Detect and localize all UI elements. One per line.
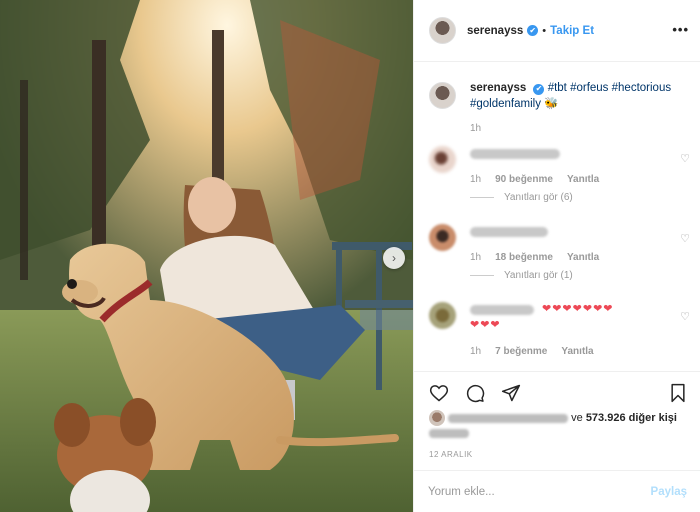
comment-input[interactable]: [428, 485, 651, 498]
view-replies-label: Yanıtları gör (1): [504, 270, 573, 281]
comment-meta: 1h 7 beğenme Yanıtla: [470, 346, 594, 357]
comment-meta: 1h 18 beğenme Yanıtla: [470, 252, 599, 263]
hashtag[interactable]: #orfeus: [570, 82, 608, 94]
comment-time: 1h: [470, 174, 482, 185]
view-replies[interactable]: Yanıtları gör (6): [470, 192, 573, 203]
reply-button[interactable]: Yanıtla: [567, 174, 599, 185]
hashtag[interactable]: #hectorious: [612, 82, 671, 94]
hashtag[interactable]: #tbt: [548, 82, 567, 94]
heart-icon[interactable]: ♡: [680, 232, 690, 245]
share-icon[interactable]: [500, 382, 522, 404]
more-options-icon[interactable]: •••: [672, 22, 689, 37]
caption-text: serenayss ✔ #tbt #orfeus #hectorious #go…: [470, 80, 694, 112]
bookmark-icon[interactable]: [667, 382, 689, 404]
hashtag[interactable]: #goldenfamily: [470, 98, 541, 110]
liker-username-blurred[interactable]: [448, 413, 569, 423]
comment-avatar[interactable]: [429, 302, 456, 329]
next-arrow-icon[interactable]: ›: [383, 247, 405, 269]
post-date: 12 ARALIK: [429, 450, 473, 459]
comment-time: 1h: [470, 346, 482, 357]
post-photo[interactable]: ›: [0, 0, 413, 512]
comment-likes[interactable]: 90 beğenme: [495, 174, 553, 185]
comment-username-blurred[interactable]: [470, 305, 534, 315]
verified-icon: ✔: [533, 83, 545, 95]
likes-count[interactable]: 573.926 diğer kişi: [586, 412, 677, 424]
heart-icon[interactable]: ♡: [680, 152, 690, 165]
view-replies[interactable]: Yanıtları gör (1): [470, 270, 573, 281]
likes-suffix-blurred: [429, 428, 469, 438]
view-replies-label: Yanıtları gör (6): [504, 192, 573, 203]
avatar[interactable]: [429, 17, 456, 44]
heart-icon[interactable]: [428, 382, 450, 404]
likes-connector: ve: [571, 411, 583, 424]
comment-likes[interactable]: 7 beğenme: [495, 346, 547, 357]
reply-button[interactable]: Yanıtla: [567, 252, 599, 263]
comment-avatar[interactable]: [429, 224, 456, 251]
post-comment-button[interactable]: Paylaş: [651, 486, 687, 498]
comment-avatar[interactable]: [429, 146, 456, 173]
caption-username[interactable]: serenayss: [470, 82, 526, 94]
comment-hearts: ❤❤❤❤❤❤❤: [542, 303, 614, 315]
comment-box: Paylaş: [414, 470, 700, 512]
comment-icon[interactable]: [464, 382, 486, 404]
comment-likes[interactable]: 18 beğenme: [495, 252, 553, 263]
liker-avatar[interactable]: [429, 410, 445, 426]
reply-button[interactable]: Yanıtla: [561, 346, 593, 357]
post-caption: serenayss ✔ #tbt #orfeus #hectorious #go…: [429, 80, 694, 137]
post-side-panel: serenayss ✔ • Takip Et ••• serenayss ✔ #…: [413, 0, 700, 512]
verified-icon: ✔: [527, 25, 539, 36]
post-header: serenayss ✔ • Takip Et •••: [414, 0, 700, 62]
photo-scene: [0, 0, 413, 512]
separator-dot: •: [542, 24, 547, 37]
follow-button[interactable]: Takip Et: [550, 25, 594, 37]
header-username[interactable]: serenayss: [467, 25, 523, 37]
comment-username-blurred[interactable]: [470, 227, 548, 237]
caption-avatar[interactable]: [429, 82, 456, 109]
heart-icon[interactable]: ♡: [680, 310, 690, 323]
bee-emoji: 🐝: [544, 98, 559, 110]
comment-username-blurred[interactable]: [470, 149, 560, 159]
caption-time: 1h: [470, 123, 482, 134]
likes-summary: ve 573.926 diğer kişi: [429, 410, 694, 441]
post-actions: [414, 371, 700, 413]
comment-meta: 1h 90 beğenme Yanıtla: [470, 174, 599, 185]
comment-hearts-line2: ❤❤❤: [470, 319, 501, 331]
comment-time: 1h: [470, 252, 482, 263]
